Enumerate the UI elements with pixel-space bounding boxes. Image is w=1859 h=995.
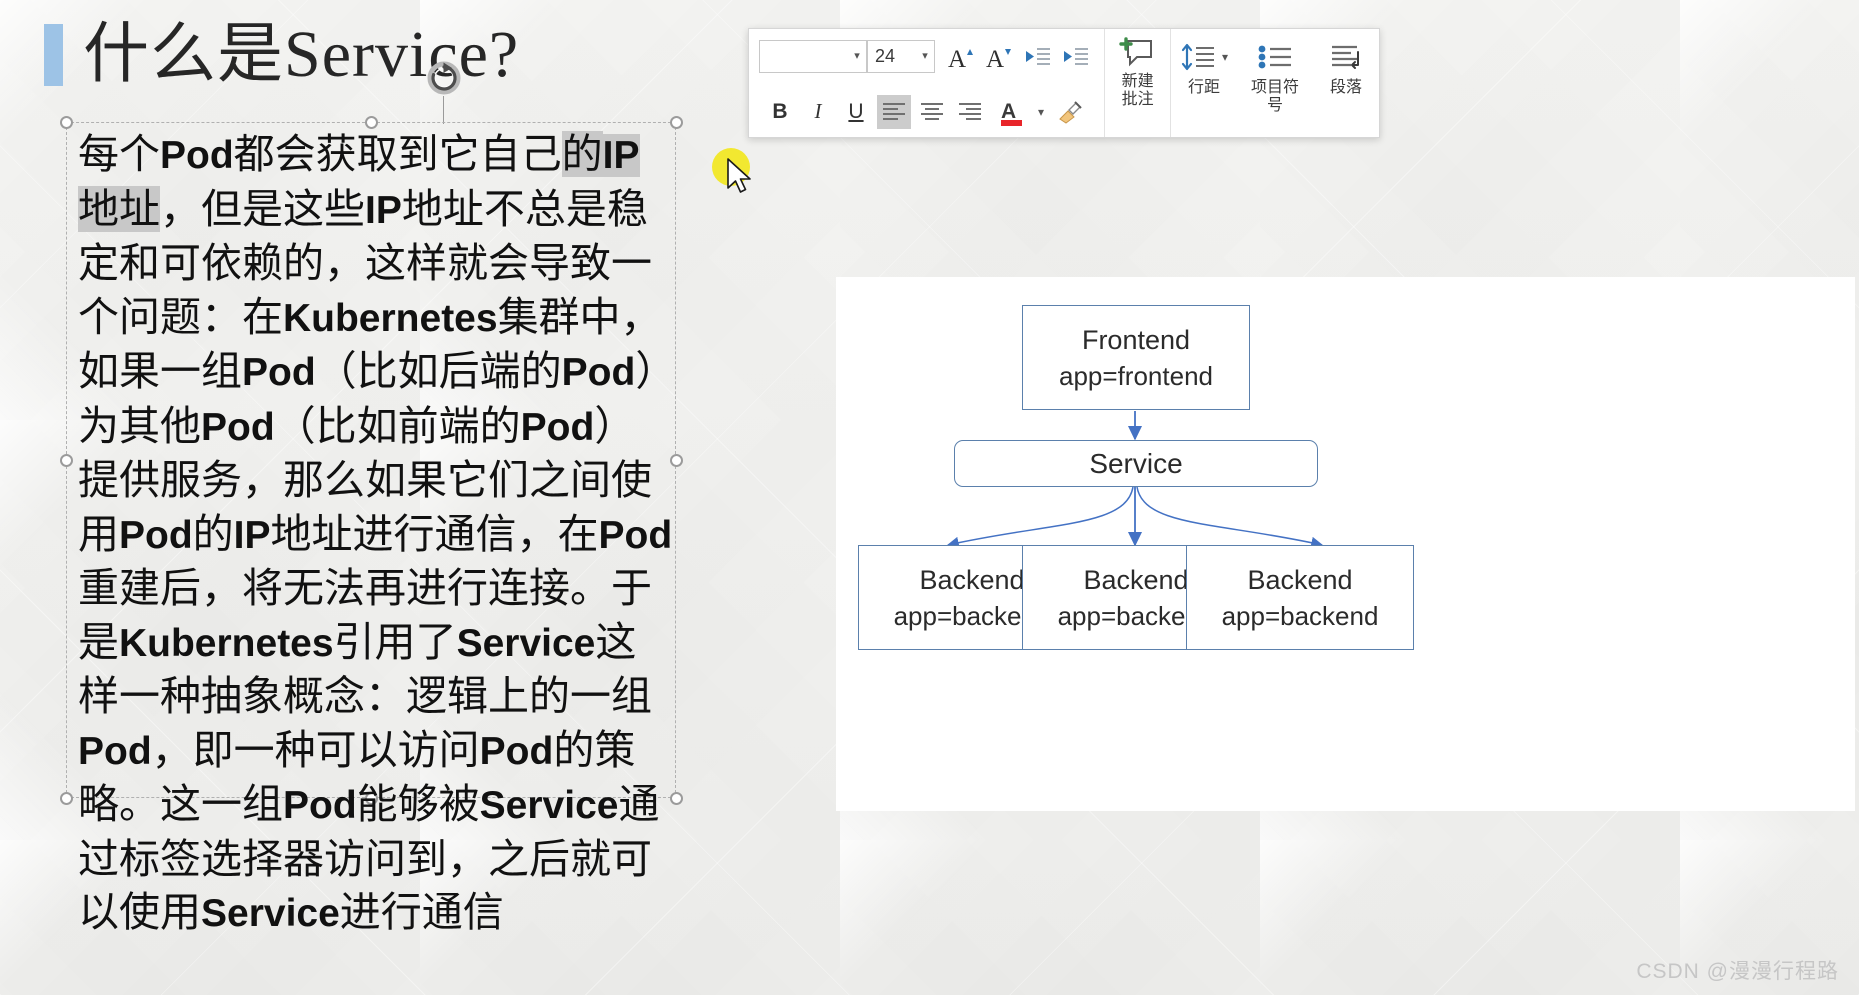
text-run: Pod	[598, 513, 673, 557]
toolbar-row-font: ▾ 24 ▾ A A	[749, 29, 1104, 84]
increase-indent-button[interactable]	[1059, 40, 1093, 74]
title-accent-bar	[44, 24, 63, 86]
diagram-node-backend-3[interactable]: Backend app=backend	[1186, 545, 1414, 650]
resize-handle-top-left[interactable]	[60, 116, 73, 129]
underline-button[interactable]: U	[839, 95, 873, 129]
text-run: 引用了	[333, 618, 457, 665]
font-size-combo[interactable]: 24 ▾	[867, 40, 935, 73]
toolbar-font-group: ▾ 24 ▾ A A B I U A ▾	[749, 29, 1106, 139]
toolbar-row-format: B I U A ▾	[749, 84, 1104, 139]
svg-text:A: A	[1001, 100, 1016, 123]
line-spacing-icon	[1181, 43, 1214, 71]
text-run: Pod	[479, 729, 554, 773]
paragraph-label: 段落	[1329, 79, 1362, 96]
bullets-label-line2: 号	[1266, 97, 1283, 114]
shrink-font-button[interactable]: A	[983, 40, 1017, 74]
text-run: IP	[602, 134, 640, 177]
frontend-title: Frontend	[1081, 324, 1191, 355]
format-painter-button[interactable]	[1053, 95, 1087, 129]
grow-font-button[interactable]: A	[945, 40, 979, 74]
text-run: Service	[479, 784, 619, 827]
text-run: Pod	[119, 513, 193, 557]
textbox-content[interactable]: 每个Pod都会获取到它自己的IP地址，但是这些IP地址不总是稳定和可依赖的，这样…	[78, 128, 676, 941]
font-color-chevron-down-icon[interactable]: ▾	[1033, 95, 1049, 129]
text-run: （比如前端的	[274, 402, 521, 449]
text-run: 都会获取到它自己	[233, 131, 562, 177]
text-run: Pod	[561, 351, 636, 394]
font-name-combo[interactable]: ▾	[759, 40, 867, 73]
csdn-watermark: CSDN @漫漫行程路	[1636, 960, 1839, 983]
text-run: Pod	[201, 405, 275, 449]
diagram-image[interactable]: Frontend app=frontend Service Backend ap…	[836, 277, 1855, 811]
new-comment-label-line1: 新建	[1121, 73, 1154, 90]
new-comment-button[interactable]: 新建 批注	[1105, 29, 1171, 137]
service-title: Service	[1089, 447, 1183, 479]
align-right-button[interactable]	[953, 95, 987, 129]
text-run: Pod	[520, 405, 595, 449]
text-run: Pod	[283, 784, 357, 827]
decrease-indent-button[interactable]	[1021, 40, 1055, 74]
text-run: （比如后端的	[315, 348, 562, 394]
backend-title: Backend	[1083, 564, 1189, 595]
text-run: Pod	[78, 729, 152, 773]
text-run: 能够被	[356, 781, 480, 827]
text-run: Service	[201, 892, 340, 935]
diagram-node-service[interactable]: Service	[954, 440, 1318, 487]
svg-text:A: A	[948, 46, 966, 71]
arrow-service-to-backend-3	[1136, 486, 1324, 549]
text-run: 地址进行通信，在	[270, 510, 599, 557]
arrow-service-to-backend-1	[946, 486, 1134, 549]
toolbar-paragraph-group: ▾ 行距 项目符 号 段落	[1171, 29, 1379, 137]
resize-handle-bottom-left[interactable]	[60, 792, 73, 805]
italic-button[interactable]: I	[801, 95, 835, 129]
backend-label: app=backend	[1221, 600, 1379, 631]
diagram-connectors	[946, 411, 1324, 549]
text-run: Kubernetes	[119, 621, 334, 665]
floating-mini-toolbar[interactable]: ▾ 24 ▾ A A B I U A ▾ 新建 批注 ▾ 行距 项目符 号 段落	[748, 28, 1380, 138]
bold-button[interactable]: B	[763, 95, 797, 129]
text-run: Pod	[160, 134, 234, 177]
font-color-button[interactable]: A	[995, 95, 1029, 129]
bullets-label-line1: 项目符	[1250, 79, 1299, 96]
frontend-label: app=frontend	[1059, 360, 1213, 391]
paragraph-icon	[1332, 45, 1359, 69]
chevron-down-icon[interactable]: ▾	[916, 51, 934, 62]
bullets-button[interactable]: 项目符 号	[1237, 29, 1313, 137]
text-run: ，但是这些	[160, 185, 365, 232]
align-center-button[interactable]	[915, 95, 949, 129]
align-left-button[interactable]	[877, 94, 911, 129]
text-run: 地址	[78, 185, 160, 232]
text-run: Service	[456, 621, 596, 665]
mouse-cursor-group	[712, 148, 772, 210]
rotate-icon[interactable]	[424, 58, 464, 98]
chevron-down-icon[interactable]: ▾	[848, 51, 866, 62]
font-size-value: 24	[875, 46, 896, 66]
backend-title: Backend	[919, 564, 1025, 595]
backend-title: Backend	[1247, 564, 1353, 595]
text-run: 每个	[78, 131, 160, 177]
line-spacing-chevron-down-icon[interactable]: ▾	[1222, 50, 1228, 64]
new-comment-icon	[1118, 37, 1152, 67]
resize-handle-middle-left[interactable]	[60, 454, 73, 467]
bullets-icon	[1258, 45, 1291, 69]
rotation-handle-group[interactable]	[424, 58, 470, 124]
svg-text:A: A	[986, 46, 1004, 71]
text-run: IP	[365, 188, 402, 232]
text-run: 的	[192, 510, 234, 557]
cursor-arrow-icon	[727, 158, 751, 193]
text-run: Kubernetes	[283, 296, 498, 340]
new-comment-label-line2: 批注	[1121, 91, 1154, 108]
line-spacing-button[interactable]: ▾ 行距	[1171, 29, 1237, 137]
rotation-handle-stem	[443, 96, 444, 124]
text-run: 的	[561, 131, 603, 177]
paragraph-button[interactable]: 段落	[1313, 29, 1379, 137]
text-run: Pod	[242, 351, 316, 394]
text-run: 进行通信	[339, 889, 504, 935]
powerpoint-slide-editor: 什么是Service? 每个Pod都会获取到它自己的IP地址，但是这些IP地址不…	[0, 0, 1859, 995]
diagram-node-frontend[interactable]: Frontend app=frontend	[1022, 305, 1250, 410]
text-run: ，即一种可以访问	[151, 726, 480, 773]
text-run: IP	[233, 513, 271, 557]
line-spacing-label: 行距	[1187, 79, 1220, 96]
